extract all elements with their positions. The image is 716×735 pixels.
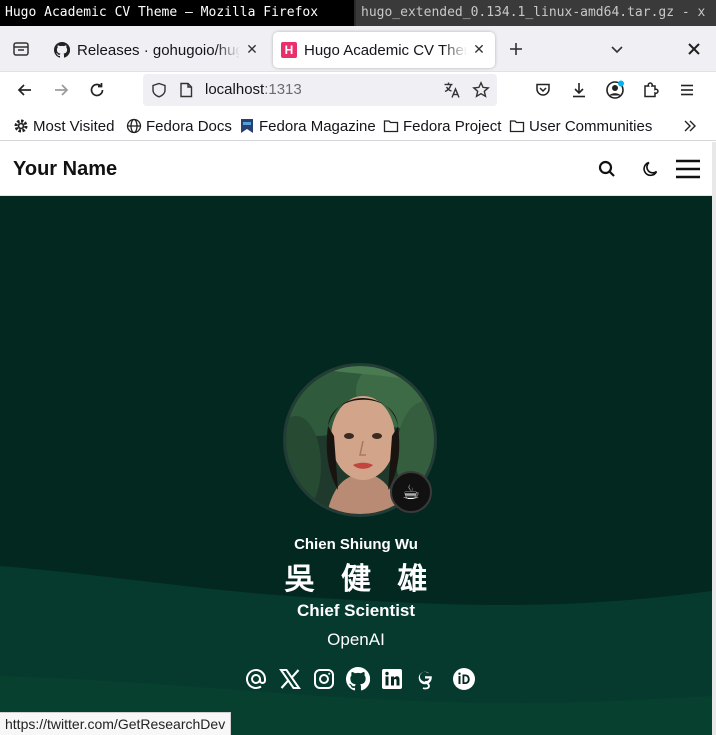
url-host: localhost — [205, 81, 265, 98]
gear-icon — [14, 119, 28, 133]
forward-arrow-icon — [55, 84, 69, 96]
bookmark-most-visited[interactable]: Most Visited — [13, 111, 114, 141]
profile-role: Chief Scientist — [296, 601, 416, 620]
bookmark-fedora-docs[interactable]: Fedora Docs — [126, 111, 232, 141]
twitter-link[interactable] — [278, 667, 302, 691]
profile-name: Chien Shiung Wu — [294, 536, 418, 553]
menu-button[interactable] — [673, 76, 701, 104]
list-all-tabs-button[interactable] — [604, 36, 630, 62]
search-button[interactable] — [593, 155, 621, 183]
bookmark-label: Most Visited — [33, 117, 115, 135]
linkedin-icon — [382, 669, 402, 689]
firefox-view-icon — [13, 42, 29, 56]
hugo-favicon-icon: H — [281, 42, 297, 58]
bookmark-fedora-magazine[interactable]: Fedora Magazine — [239, 111, 376, 141]
hamburger-icon — [681, 84, 693, 96]
page-icon[interactable] — [179, 82, 193, 98]
url-port: :1313 — [264, 81, 302, 98]
reload-icon — [90, 83, 104, 97]
bookmark-user-communities[interactable]: User Communities — [509, 111, 652, 141]
pocket-icon — [536, 83, 550, 96]
account-button[interactable] — [601, 76, 629, 104]
orcid-icon — [453, 668, 475, 690]
google-scholar-link[interactable] — [414, 667, 438, 691]
x-twitter-icon — [279, 669, 301, 689]
star-icon[interactable] — [472, 81, 490, 99]
bookmark-label: Fedora Magazine — [259, 117, 376, 135]
firefox-view-button[interactable] — [8, 36, 34, 62]
tab-label: Hugo Academic CV Theme — [304, 41, 467, 59]
bookmarks-toolbar: Most Visited Fedora Docs Fedora Magazine… — [0, 111, 716, 141]
url-text[interactable]: localhost:1313 — [205, 74, 302, 106]
bookmark-label: User Communities — [529, 117, 653, 135]
bookmarks-overflow-button[interactable] — [682, 111, 702, 141]
linkedin-link[interactable] — [380, 667, 404, 691]
extensions-button[interactable] — [637, 76, 665, 104]
window-title-other[interactable]: hugo_extended_0.134.1_linux-amd64.tar.gz… — [356, 0, 716, 26]
bookmark-label: Fedora Docs — [146, 117, 232, 135]
chevron-down-icon — [611, 46, 623, 54]
bookmark-fedora-project[interactable]: Fedora Project — [383, 111, 501, 141]
profile-name-native: 吳 健 雄 — [284, 562, 436, 597]
forward-button[interactable] — [47, 76, 75, 104]
github-link[interactable] — [346, 667, 370, 691]
shield-icon[interactable] — [151, 82, 167, 98]
orcid-link[interactable] — [452, 667, 476, 691]
email-link[interactable] — [244, 667, 268, 691]
downloads-button[interactable] — [565, 76, 593, 104]
plus-icon — [510, 43, 522, 55]
back-button[interactable] — [11, 76, 39, 104]
search-icon — [598, 160, 615, 177]
social-links — [244, 666, 486, 692]
pocket-button[interactable] — [529, 76, 557, 104]
hamburger-icon — [676, 159, 700, 179]
url-bar[interactable]: localhost:1313 — [143, 74, 497, 106]
status-emoji-badge: ☕ — [390, 471, 432, 513]
tab-hugo-academic[interactable]: H Hugo Academic CV Theme ✕ — [273, 32, 495, 68]
tab-strip: Releases · gohugoio/hugo ✕ H Hugo Academ… — [0, 26, 716, 72]
new-tab-button[interactable] — [503, 36, 529, 62]
tab-releases[interactable]: Releases · gohugoio/hugo ✕ — [46, 32, 268, 68]
close-icon[interactable]: ✕ — [244, 42, 260, 58]
account-icon — [606, 80, 624, 99]
link-status-bar: https://twitter.com/GetResearchDev — [0, 712, 232, 735]
reload-button[interactable] — [83, 76, 111, 104]
instagram-link[interactable] — [312, 667, 336, 691]
folder-icon — [383, 120, 399, 133]
globe-icon — [126, 118, 142, 134]
theme-toggle-button[interactable] — [637, 155, 665, 183]
hero-section: ☕ Chien Shiung Wu 吳 健 雄 Chief Scientist … — [0, 196, 712, 735]
close-icon — [688, 43, 700, 55]
page-scrollbar[interactable] — [712, 142, 716, 735]
site-navbar: Your Name — [0, 142, 712, 196]
instagram-icon — [314, 669, 334, 689]
github-icon — [346, 667, 370, 691]
back-arrow-icon — [17, 84, 31, 96]
close-icon[interactable]: ✕ — [471, 42, 487, 58]
window-title-active[interactable]: Hugo Academic CV Theme — Mozilla Firefox — [0, 0, 354, 26]
translate-icon[interactable] — [443, 81, 461, 99]
moon-icon — [643, 161, 658, 177]
profile-organization[interactable]: OpenAI — [0, 630, 712, 650]
os-title-bar: Hugo Academic CV Theme — Mozilla Firefox… — [0, 0, 716, 26]
tab-label: Releases · gohugoio/hugo — [77, 41, 240, 59]
at-icon — [246, 669, 266, 689]
github-icon — [54, 42, 70, 58]
download-icon — [573, 83, 585, 98]
close-window-button[interactable] — [681, 36, 707, 62]
site-title[interactable]: Your Name — [13, 142, 117, 196]
google-scholar-icon — [418, 671, 432, 690]
site-menu-button[interactable] — [673, 155, 703, 183]
puzzle-icon — [644, 82, 659, 98]
fedora-magazine-icon — [241, 119, 253, 133]
folder-icon — [509, 120, 525, 133]
chevron-double-right-icon — [684, 120, 696, 132]
navigation-toolbar: localhost:1313 — [0, 72, 716, 109]
bookmark-label: Fedora Project — [403, 117, 502, 135]
